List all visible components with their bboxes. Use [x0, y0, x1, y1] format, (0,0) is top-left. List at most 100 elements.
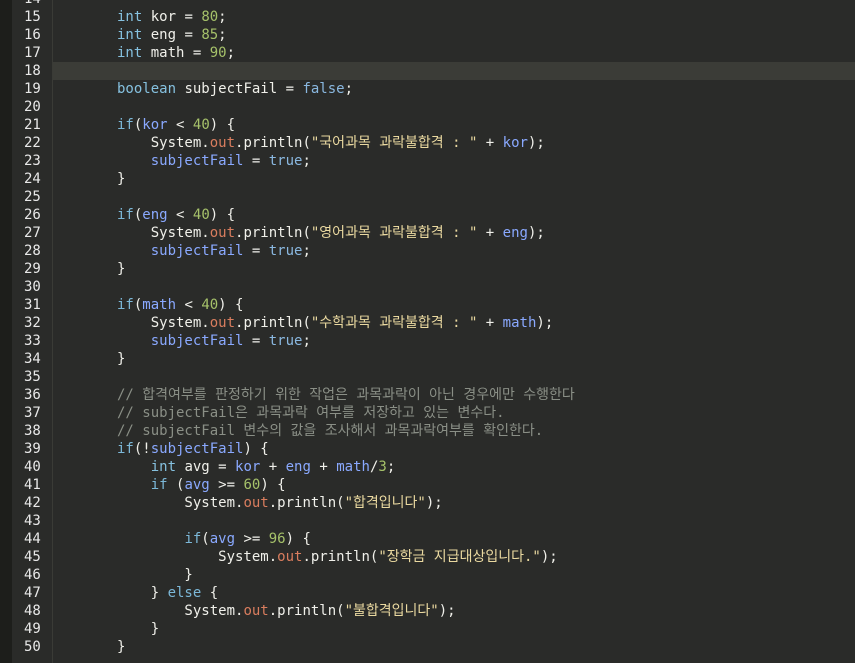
- code-token: System.: [117, 315, 210, 331]
- code-line[interactable]: if (avg >= 60) {: [117, 476, 855, 494]
- code-line[interactable]: if(avg >= 96) {: [117, 530, 855, 548]
- code-line[interactable]: subjectFail = true;: [117, 242, 855, 260]
- code-token: +: [477, 315, 503, 331]
- code-token: ) {: [285, 531, 311, 547]
- code-token: .println(: [235, 135, 311, 151]
- code-line[interactable]: int avg = kor + eng + math/3;: [117, 458, 855, 476]
- code-token: avg: [209, 531, 236, 547]
- code-line[interactable]: [117, 0, 855, 8]
- code-token: =: [243, 333, 269, 349]
- line-number: 37: [24, 405, 41, 421]
- code-token: if: [150, 477, 168, 493]
- code-token: subjectFail: [150, 333, 244, 349]
- code-token: out: [209, 225, 236, 241]
- code-token: kor: [142, 117, 168, 133]
- code-line[interactable]: System.out.println("장학금 지급대상입니다.");: [117, 548, 855, 566]
- code-line[interactable]: System.out.println("국어과목 과락불합격 : " + kor…: [117, 134, 855, 152]
- line-number: 32: [24, 315, 41, 331]
- code-line[interactable]: System.out.println("합격입니다");: [117, 494, 855, 512]
- code-line[interactable]: if(math < 40) {: [117, 296, 855, 314]
- code-token: // subjectFail은 과목과락 여부를 저장하고 있는 변수다.: [117, 405, 505, 421]
- code-token: 3: [378, 459, 387, 475]
- code-line[interactable]: [117, 62, 855, 80]
- code-line[interactable]: System.out.println("영어과목 과락불합격 : " + eng…: [117, 224, 855, 242]
- code-token: }: [117, 621, 160, 637]
- code-token: out: [277, 549, 303, 565]
- code-token: "수학과목 과락불합격 : ": [310, 315, 478, 331]
- line-number: 24: [24, 171, 41, 187]
- code-token: =: [243, 153, 269, 169]
- line-number: 23: [24, 153, 41, 169]
- code-line[interactable]: // subjectFail 변수의 값을 조사해서 과목과락여부를 확인한다.: [117, 422, 855, 440]
- code-line[interactable]: }: [117, 566, 855, 584]
- code-token: System.: [117, 225, 210, 241]
- code-line[interactable]: }: [117, 620, 855, 638]
- code-token: .println(: [302, 549, 379, 565]
- editor-left-strip: [0, 0, 12, 663]
- code-token: }: [117, 585, 168, 601]
- code-line[interactable]: }: [117, 350, 855, 368]
- code-token: ;: [226, 45, 236, 61]
- code-line[interactable]: subjectFail = true;: [117, 152, 855, 170]
- code-line[interactable]: }: [117, 170, 855, 188]
- code-token: ;: [218, 27, 227, 43]
- code-token: =: [243, 243, 269, 259]
- code-line[interactable]: boolean subjectFail = false;: [117, 80, 855, 98]
- code-line[interactable]: if(eng < 40) {: [117, 206, 855, 224]
- code-token: ) {: [243, 441, 269, 457]
- line-number: 15: [24, 9, 41, 25]
- code-line[interactable]: System.out.println("불합격입니다");: [117, 602, 855, 620]
- code-token: subjectFail: [150, 441, 244, 457]
- code-editor[interactable]: 1415 int kor = 80; 16 int eng = 85; 17 int ma…: [0, 0, 855, 663]
- code-line[interactable]: subjectFail = true;: [117, 332, 855, 350]
- line-number: 36: [24, 387, 41, 403]
- code-line[interactable]: [117, 98, 855, 116]
- line-number: 34: [24, 351, 41, 367]
- code-token: +: [477, 135, 503, 151]
- code-line[interactable]: int math = 90;: [117, 44, 855, 62]
- code-line[interactable]: if(!subjectFail) {: [117, 440, 855, 458]
- code-token: 80: [201, 9, 219, 25]
- code-token: <: [167, 207, 193, 223]
- code-token: .println(: [268, 495, 345, 511]
- line-number: 17: [24, 45, 41, 61]
- code-line[interactable]: int eng = 85;: [117, 26, 855, 44]
- code-line[interactable]: } else {: [117, 584, 855, 602]
- code-token: >=: [209, 477, 244, 493]
- code-token: ) {: [260, 477, 286, 493]
- code-line[interactable]: [117, 188, 855, 206]
- code-line[interactable]: [117, 368, 855, 386]
- code-token: ;: [386, 459, 396, 475]
- code-token: +: [260, 459, 286, 475]
- code-token: ) {: [218, 297, 244, 313]
- code-line[interactable]: }: [117, 638, 855, 656]
- code-token: avg =: [176, 459, 236, 475]
- code-token: (!: [133, 441, 151, 457]
- code-token: );: [425, 495, 443, 511]
- code-token: avg: [184, 477, 210, 493]
- code-token: <: [176, 297, 202, 313]
- code-token: 40: [201, 297, 219, 313]
- code-line[interactable]: [117, 278, 855, 296]
- code-line[interactable]: System.out.println("수학과목 과락불합격 : " + mat…: [117, 314, 855, 332]
- code-line[interactable]: // 합격여부를 판정하기 위한 작업은 과목과락이 아닌 경우에만 수행한다: [117, 386, 855, 404]
- line-number: 40: [24, 459, 41, 475]
- code-token: subjectFail: [150, 153, 244, 169]
- code-line[interactable]: [117, 512, 855, 530]
- line-number: 46: [24, 567, 41, 583]
- line-number: 45: [24, 549, 41, 565]
- code-token: out: [209, 135, 236, 151]
- code-line[interactable]: // subjectFail은 과목과락 여부를 저장하고 있는 변수다.: [117, 404, 855, 422]
- code-line[interactable]: if(kor < 40) {: [117, 116, 855, 134]
- line-number: 49: [24, 621, 41, 637]
- line-number: 26: [24, 207, 41, 223]
- code-token: +: [310, 459, 337, 475]
- code-line[interactable]: }: [117, 260, 855, 278]
- code-token: kor: [502, 135, 528, 151]
- code-token: int: [117, 45, 143, 61]
- code-token: ;: [302, 333, 311, 349]
- code-line[interactable]: int kor = 80;: [117, 8, 855, 26]
- code-token: );: [527, 135, 545, 151]
